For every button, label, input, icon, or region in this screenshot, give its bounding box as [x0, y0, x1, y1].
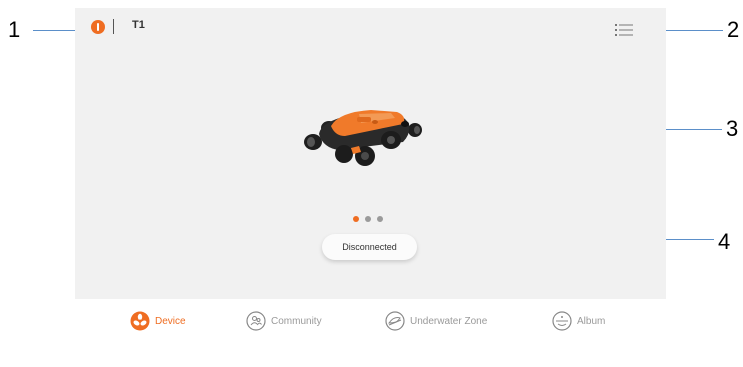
callout-2: 2: [727, 17, 740, 42]
callout-3: 3: [726, 116, 739, 141]
tab-underwater-zone-label: Underwater Zone: [410, 315, 488, 327]
connection-status-button[interactable]: Disconnected: [322, 234, 417, 260]
carousel-dot-active[interactable]: [353, 216, 359, 222]
topbar-divider: [113, 19, 114, 34]
tab-device-label: Device: [155, 315, 186, 327]
tab-community[interactable]: Community: [246, 310, 322, 332]
fish-icon: [385, 311, 405, 331]
tab-underwater-zone[interactable]: Underwater Zone: [385, 310, 487, 332]
tab-community-label: Community: [271, 315, 322, 327]
people-icon: [246, 311, 266, 331]
smile-icon: [552, 311, 572, 331]
app-frame: T1 Disconnected Device Community Underwa…: [75, 8, 666, 366]
device-model-label: T1: [132, 19, 145, 31]
callout-1: 1: [8, 17, 21, 42]
tab-album-label: Album: [577, 315, 606, 327]
device-screen: T1 Disconnected: [75, 8, 666, 299]
tab-device[interactable]: Device: [130, 310, 186, 332]
carousel-dot[interactable]: [377, 216, 383, 222]
underwater-drone-image: [304, 110, 422, 166]
tab-album[interactable]: Album: [552, 310, 605, 332]
list-menu-icon[interactable]: [615, 23, 633, 37]
callout-4: 4: [718, 229, 731, 254]
carousel-dot[interactable]: [365, 216, 371, 222]
propeller-icon: [130, 311, 150, 331]
brand-logo-icon[interactable]: [91, 20, 105, 34]
